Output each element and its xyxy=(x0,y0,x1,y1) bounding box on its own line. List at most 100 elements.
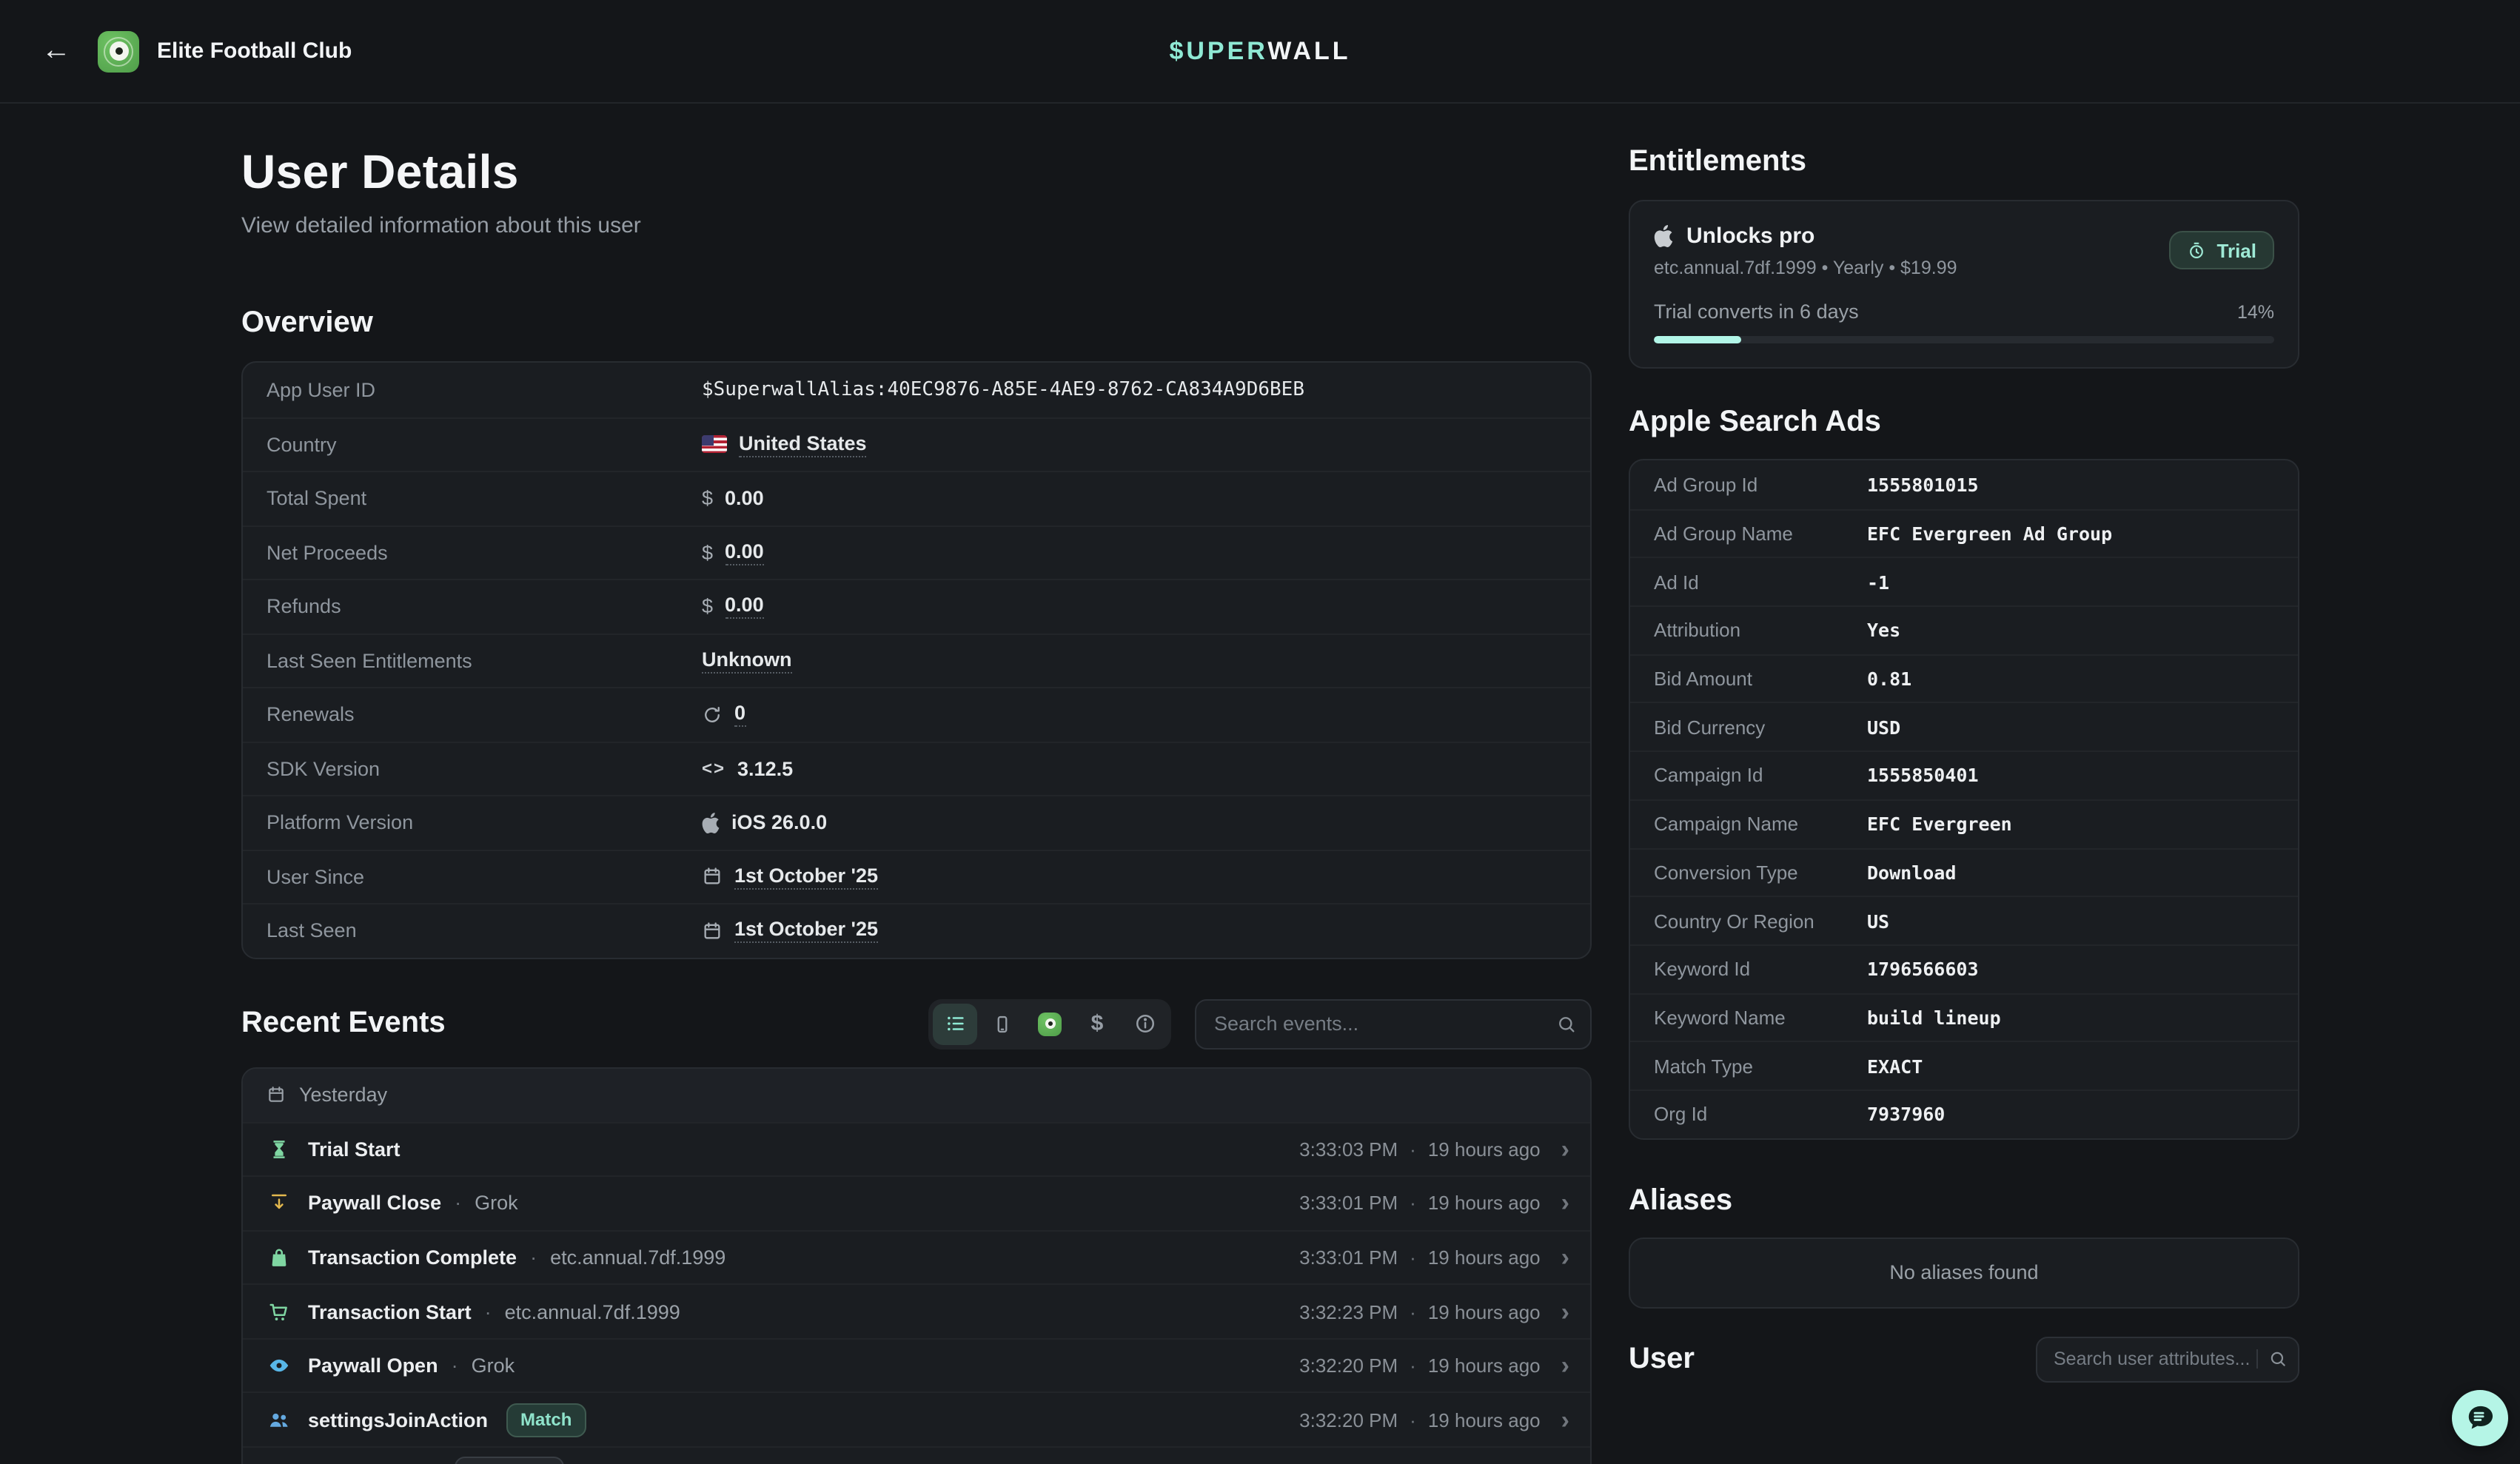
event-time: 3:32:20 PM xyxy=(1299,1354,1398,1377)
event-row-settings-join-action[interactable]: settingsJoinAction Match 3:32:20 PM19 ho… xyxy=(243,1392,1590,1446)
list-view-button[interactable] xyxy=(933,1003,977,1044)
asa-row: AttributionYes xyxy=(1630,605,2298,654)
revenue-filter-button[interactable]: $ xyxy=(1075,1003,1119,1044)
trial-percent: 14% xyxy=(2237,302,2274,323)
asa-row: Campaign NameEFC Evergreen xyxy=(1630,799,2298,847)
match-badge: Match xyxy=(506,1403,586,1437)
row-value: Unknown xyxy=(702,648,792,674)
hourglass-icon xyxy=(267,1138,290,1161)
user-heading: User xyxy=(1629,1342,1695,1376)
row-value: 0.00 xyxy=(725,488,764,510)
chevron-right-icon: › xyxy=(1561,1408,1569,1433)
us-flag-icon xyxy=(702,436,727,454)
chevron-right-icon: › xyxy=(1561,1191,1569,1216)
events-view-toggle: $ xyxy=(928,998,1171,1049)
event-time: 3:33:01 PM xyxy=(1299,1246,1398,1269)
event-row-transaction-start[interactable]: Transaction Start etc.annual.7df.1999 3:… xyxy=(243,1284,1590,1338)
back-arrow-icon: ← xyxy=(41,34,71,68)
apple-icon xyxy=(1654,225,1673,247)
football-club-app-icon xyxy=(98,30,139,72)
dollar-icon: $ xyxy=(702,488,713,510)
chevron-right-icon: › xyxy=(1561,1299,1569,1324)
overview-row-total-spent: Total Spent $0.00 xyxy=(243,471,1590,525)
overview-row-user-since: User Since 1st October '25 xyxy=(243,849,1590,903)
event-group-label: Yesterday xyxy=(299,1084,387,1106)
info-filter-button[interactable] xyxy=(1122,1003,1167,1044)
row-value: 0.00 xyxy=(725,540,764,565)
events-search xyxy=(1195,998,1592,1049)
event-row-paywall-open[interactable]: Paywall Open Grok 3:32:20 PM19 hours ago… xyxy=(243,1338,1590,1392)
row-value: 0 xyxy=(734,702,745,728)
overview-heading: Overview xyxy=(241,306,1592,340)
shopping-cart-icon xyxy=(267,1300,290,1323)
list-view-icon xyxy=(944,1013,966,1035)
asa-row: Keyword Namebuild lineup xyxy=(1630,993,2298,1041)
page-title: User Details xyxy=(241,145,1592,200)
entitlement-card: Unlocks pro etc.annual.7df.1999 • Yearly… xyxy=(1629,200,2299,369)
asa-row: Bid CurrencyUSD xyxy=(1630,702,2298,751)
superwall-logo: $UPERWALL xyxy=(1169,36,1350,66)
row-label: Net Proceeds xyxy=(267,542,702,564)
calendar-icon xyxy=(267,1085,286,1104)
asa-row: Bid Amount0.81 xyxy=(1630,654,2298,702)
overview-row-last-seen: Last Seen 1st October '25 xyxy=(243,903,1590,957)
users-icon xyxy=(267,1409,290,1431)
event-row-session-start-lower[interactable]: session_start No Match 3:32:05 PM19 hour… xyxy=(243,1446,1590,1464)
trial-converts-text: Trial converts in 6 days xyxy=(1654,300,1859,323)
row-label: Total Spent xyxy=(267,488,702,510)
no-match-badge: No Match xyxy=(455,1457,564,1464)
back-button[interactable]: ← xyxy=(36,30,77,72)
events-search-input[interactable] xyxy=(1195,998,1592,1049)
chevron-right-icon: › xyxy=(1561,1245,1569,1270)
event-ago: 19 hours ago xyxy=(1398,1192,1541,1215)
search-icon xyxy=(2256,1349,2288,1369)
support-chat-button[interactable] xyxy=(2452,1390,2508,1446)
entitlement-name: Unlocks pro xyxy=(1686,224,1814,249)
apple-search-ads-heading: Apple Search Ads xyxy=(1629,406,2299,440)
trial-progress-bar xyxy=(1654,336,2274,343)
event-detail: Grok xyxy=(441,1192,518,1215)
event-row-transaction-complete[interactable]: Transaction Complete etc.annual.7df.1999… xyxy=(243,1229,1590,1283)
device-filter-button[interactable] xyxy=(980,1003,1025,1044)
device-icon xyxy=(992,1013,1013,1034)
shopping-bag-icon xyxy=(267,1246,290,1269)
row-label: SDK Version xyxy=(267,758,702,780)
aliases-heading: Aliases xyxy=(1629,1183,2299,1218)
asa-row: Keyword Id1796566603 xyxy=(1630,944,2298,993)
aliases-card: No aliases found xyxy=(1629,1237,2299,1308)
user-attributes-search xyxy=(2036,1336,2299,1382)
timer-icon xyxy=(2188,241,2207,260)
chevron-right-icon: › xyxy=(1561,1137,1569,1162)
overview-row-platform-version: Platform Version iOS 26.0.0 xyxy=(243,795,1590,849)
event-row-trial-start[interactable]: Trial Start 3:33:03 PM19 hours ago› xyxy=(243,1121,1590,1175)
app-name: Elite Football Club xyxy=(157,38,352,64)
event-ago: 19 hours ago xyxy=(1398,1300,1541,1323)
row-label: Platform Version xyxy=(267,812,702,834)
row-value: $SuperwallAlias:40EC9876-A85E-4AE9-8762-… xyxy=(702,379,1304,401)
overview-card: App User ID $SuperwallAlias:40EC9876-A85… xyxy=(241,361,1592,958)
asa-row: Ad Id-1 xyxy=(1630,557,2298,605)
asa-row: Country Or RegionUS xyxy=(1630,896,2298,944)
event-time: 3:33:01 PM xyxy=(1299,1192,1398,1215)
row-label: Renewals xyxy=(267,704,702,726)
search-icon xyxy=(1556,1013,1577,1034)
dollar-icon: $ xyxy=(702,596,713,618)
event-time: 3:33:03 PM xyxy=(1299,1138,1398,1161)
event-time: 3:32:23 PM xyxy=(1299,1300,1398,1323)
paywall-close-icon xyxy=(267,1192,290,1215)
row-label: Refunds xyxy=(267,596,702,618)
page-subtitle: View detailed information about this use… xyxy=(241,213,1592,238)
aliases-empty-text: No aliases found xyxy=(1889,1261,2038,1283)
row-value: 1st October '25 xyxy=(734,919,878,944)
apple-search-ads-card: Ad Group Id1555801015 Ad Group NameEFC E… xyxy=(1629,459,2299,1139)
event-row-paywall-close[interactable]: Paywall Close Grok 3:33:01 PM19 hours ag… xyxy=(243,1175,1590,1229)
calendar-icon xyxy=(702,867,723,887)
row-value: 3.12.5 xyxy=(737,758,793,780)
app-filter-button[interactable] xyxy=(1028,1003,1072,1044)
apple-icon xyxy=(702,813,720,833)
event-detail: etc.annual.7df.1999 xyxy=(517,1246,725,1269)
row-value: United States xyxy=(739,432,867,457)
info-icon xyxy=(1133,1013,1156,1035)
dollar-icon: $ xyxy=(1091,1011,1104,1036)
recent-events-card: Yesterday Trial Start 3:33:03 PM19 hours… xyxy=(241,1067,1592,1464)
